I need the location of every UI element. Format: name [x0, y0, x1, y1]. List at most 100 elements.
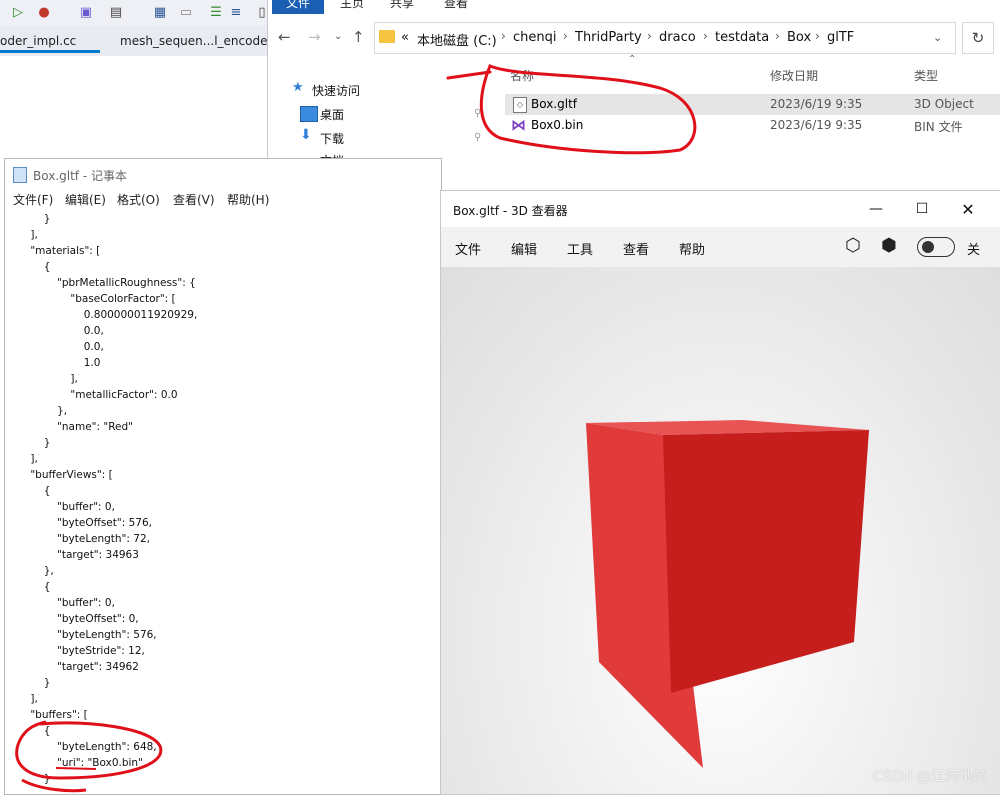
up-arrow-icon[interactable]: ↑ [352, 28, 365, 46]
breadcrumb-separator-icon[interactable]: › [647, 29, 652, 43]
breadcrumb-gltf[interactable]: glTF [827, 30, 854, 45]
notepad-line: 1.0 [17, 357, 101, 369]
viewer-3d-canvas[interactable] [441, 267, 1000, 794]
breadcrumb-separator-icon[interactable]: › [815, 29, 820, 43]
breadcrumb-separator-icon[interactable]: › [775, 29, 780, 43]
file-row-box-gltf[interactable]: ◇ Box.gltf 2023/6/19 9:35 3D Object [505, 94, 1000, 115]
column-header-type[interactable]: 类型 [914, 67, 938, 84]
ide-tab-mesh[interactable]: mesh_sequen...l_encoder.cc [120, 34, 288, 48]
notepad-window: Box.gltf - 记事本 文件(F) 编辑(E) 格式(O) 查看(V) 帮… [4, 158, 442, 795]
save-icon[interactable]: ▤ [106, 2, 126, 22]
column-header-date[interactable]: 修改日期 [770, 67, 818, 84]
notepad-line: }, [17, 405, 68, 417]
breadcrumb-separator-icon[interactable]: › [501, 29, 506, 43]
sort-up-icon: ⌃ [628, 54, 637, 65]
notepad-menubar: 文件(F) 编辑(E) 格式(O) 查看(V) 帮助(H) [5, 189, 441, 209]
notepad-line: "target": 34962 [17, 661, 139, 673]
ribbon-tab-home[interactable]: 主页 [340, 0, 364, 11]
viewer-title: Box.gltf - 3D 查看器 [453, 204, 568, 218]
minimize-icon[interactable]: — [865, 199, 887, 219]
breadcrumb-thridparty[interactable]: ThridParty [575, 30, 642, 45]
refresh-icon[interactable]: ↻ [962, 22, 994, 54]
step-icon[interactable]: ▦ [150, 2, 170, 22]
sidebar-item-label: 快速访问 [312, 84, 361, 98]
format-icon[interactable]: ≡ [226, 2, 246, 22]
explorer-sidebar: ★ 快速访问 桌面 ⬇ 下载 文档 ⚲ ⚲ [268, 74, 488, 160]
notepad-menu-format[interactable]: 格式(O) [117, 191, 160, 208]
viewer-menu-view[interactable]: 查看 [623, 239, 649, 258]
notepad-icon [13, 167, 27, 183]
notepad-line: } [17, 437, 51, 449]
viewer-menu-edit[interactable]: 编辑 [511, 239, 537, 258]
file-list: ⌃ 名称 修改日期 类型 ◇ Box.gltf 2023/6/19 9:35 3… [500, 54, 1000, 160]
breadcrumb-separator-icon[interactable]: › [703, 29, 708, 43]
notepad-line: "byteOffset": 0, [17, 613, 139, 625]
breadcrumb-box[interactable]: Box [787, 30, 811, 45]
close-icon[interactable]: ✕ [957, 199, 979, 219]
breadcrumb-separator-icon[interactable]: › [563, 29, 568, 43]
notepad-line: } [17, 213, 51, 225]
run-icon[interactable]: ▷ [8, 2, 28, 22]
star-icon: ★ [292, 80, 304, 95]
visual-studio-file-icon: ⋈ [511, 116, 526, 134]
list-icon[interactable]: ☰ [206, 2, 226, 22]
notepad-title: Box.gltf - 记事本 [33, 169, 127, 183]
toggle-switch[interactable] [917, 237, 955, 257]
sidebar-item-downloads[interactable]: ⬇ 下载 [300, 127, 345, 147]
breadcrumb-chenqi[interactable]: chenqi [513, 30, 557, 45]
cube-view-icon[interactable]: ⬢ [881, 235, 897, 256]
ribbon-tab-share[interactable]: 共享 [390, 0, 414, 11]
forward-arrow-icon[interactable]: → [308, 28, 321, 46]
ide-tab-impl[interactable]: oder_impl.cc [0, 34, 76, 48]
notepad-menu-help[interactable]: 帮助(H) [227, 191, 269, 208]
breadcrumb-testdata[interactable]: testdata [715, 30, 769, 45]
toggle-label: 关 [967, 243, 981, 258]
pin-icon[interactable]: ⚲ [474, 132, 481, 143]
notepad-line: "materials": [ [17, 245, 101, 257]
notepad-line: "pbrMetallicRoughness": { [17, 277, 196, 289]
notepad-line: "name": "Red" [17, 421, 133, 433]
breadcrumb-drive[interactable]: 本地磁盘 (C:) [417, 30, 497, 49]
recent-chevron-icon[interactable]: ⌄ [334, 31, 342, 42]
pin-icon[interactable]: ⚲ [474, 108, 481, 119]
sidebar-item-desktop[interactable]: 桌面 [300, 106, 344, 123]
file-date: 2023/6/19 9:35 [770, 97, 863, 111]
sidebar-item-quick-access[interactable]: ★ 快速访问 [292, 80, 361, 99]
address-bar[interactable]: « 本地磁盘 (C:) › chenqi › ThridParty › drac… [374, 22, 956, 54]
notepad-line: ], [17, 373, 78, 385]
file-type: BIN 文件 [914, 120, 963, 134]
notepad-line: ], [17, 693, 38, 705]
back-arrow-icon[interactable]: ← [278, 28, 291, 46]
ribbon-tab-view[interactable]: 查看 [444, 0, 468, 11]
breadcrumb-prefix[interactable]: « [401, 30, 409, 45]
file-row-box0-bin[interactable]: ⋈ Box0.bin 2023/6/19 9:35 BIN 文件 [505, 115, 1000, 136]
address-dropdown-icon[interactable]: ⌄ [933, 31, 942, 44]
folder-icon [379, 30, 395, 43]
notepad-line: "byteStride": 12, [17, 645, 145, 657]
notepad-menu-file[interactable]: 文件(F) [13, 191, 53, 208]
viewer-menu-tools[interactable]: 工具 [567, 239, 593, 258]
cube-model [586, 420, 869, 768]
cube-search-icon[interactable]: ⬡ [845, 235, 861, 256]
notepad-line: { [17, 261, 51, 273]
download-icon: ⬇ [300, 127, 312, 143]
column-header-name[interactable]: 名称 [510, 67, 534, 84]
notepad-line: 0.0, [17, 325, 104, 337]
viewer-menu-help[interactable]: 帮助 [679, 239, 705, 258]
notepad-menu-edit[interactable]: 编辑(E) [65, 191, 106, 208]
viewer-menu-file[interactable]: 文件 [455, 239, 481, 258]
notepad-menu-view[interactable]: 查看(V) [173, 191, 215, 208]
copy-icon[interactable]: ▭ [176, 2, 196, 22]
notepad-line: 0.0, [17, 341, 104, 353]
toggle-knob [922, 241, 934, 253]
notepad-line: ], [17, 229, 38, 241]
viewer-menubar: 文件 编辑 工具 查看 帮助 ⬡ ⬢ 关 [441, 227, 1000, 267]
debug-icon[interactable]: ● [34, 2, 54, 22]
file-name: Box0.bin [531, 118, 584, 132]
ribbon-tab-file[interactable]: 文件 [272, 0, 324, 14]
maximize-icon[interactable]: ☐ [911, 199, 933, 219]
cube-front-face [663, 430, 869, 693]
find-icon[interactable]: ▣ [76, 2, 96, 22]
breadcrumb-draco[interactable]: draco [659, 30, 696, 45]
sidebar-item-label: 下载 [320, 132, 345, 146]
